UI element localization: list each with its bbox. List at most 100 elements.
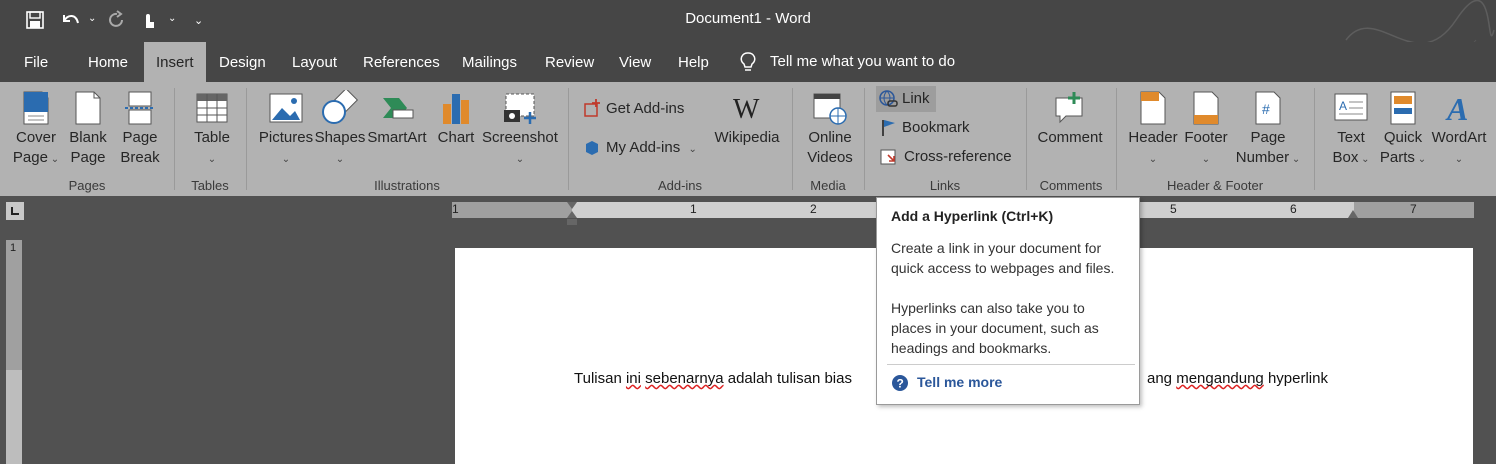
page-number-button[interactable]: # Page Number ⌄ — [1232, 90, 1304, 170]
ruler-left-margin — [452, 202, 572, 218]
chart-label: Chart — [437, 129, 475, 146]
svg-text:#: # — [1262, 101, 1270, 117]
quick-parts-icon — [1390, 91, 1416, 125]
tell-me-box[interactable]: Tell me what you want to do — [738, 42, 955, 82]
text-box-button[interactable]: A Text Box ⌄ — [1326, 90, 1376, 170]
group-separator — [568, 88, 569, 190]
group-pages-label: Pages — [68, 178, 106, 193]
bookmark-icon — [882, 120, 895, 137]
table-button[interactable]: Table ⌄ — [186, 90, 238, 170]
ruler-number: 2 — [810, 202, 817, 216]
blank-page-button[interactable]: Blank Page — [66, 90, 110, 168]
footer-button[interactable]: Footer ⌄ — [1180, 90, 1232, 170]
bookmark-button[interactable]: Bookmark — [880, 115, 970, 141]
wikipedia-label: Wikipedia — [714, 129, 780, 146]
group-header-footer-label: Header & Footer — [1166, 178, 1264, 193]
tab-selector[interactable] — [6, 202, 24, 220]
wordart-icon: A — [1445, 91, 1468, 126]
group-links-label: Links — [929, 178, 961, 193]
page-number-label-2: Number — [1235, 149, 1290, 166]
ruler-number: 5 — [1170, 202, 1177, 216]
chart-icon — [443, 94, 469, 124]
svg-text:W: W — [733, 94, 760, 125]
blank-page-icon — [75, 91, 101, 125]
tab-file[interactable]: File — [12, 42, 60, 82]
blank-label-1: Blank — [69, 129, 107, 146]
header-button[interactable]: Header ⌄ — [1126, 90, 1180, 170]
svg-text:?: ? — [897, 377, 904, 391]
tab-mailings[interactable]: Mailings — [450, 42, 529, 82]
online-videos-label-2: Videos — [807, 149, 853, 166]
tab-view[interactable]: View — [607, 42, 663, 82]
chart-button[interactable]: Chart — [434, 90, 478, 148]
table-icon — [196, 93, 228, 123]
title-bar: ⌄ ⌄ ⌄ Document1 - Word — [0, 0, 1496, 61]
tab-references[interactable]: References — [351, 42, 452, 82]
screenshot-button[interactable]: Screenshot ⌄ — [482, 90, 558, 170]
wikipedia-button[interactable]: W Wikipedia — [710, 90, 784, 148]
smartart-label: SmartArt — [367, 129, 427, 146]
group-separator — [1116, 88, 1117, 190]
group-separator — [864, 88, 865, 190]
get-addins-label: Get Add-ins — [606, 100, 685, 117]
tooltip-description: Create a link in your document for quick… — [891, 240, 1115, 276]
quick-parts-button[interactable]: Quick Parts ⌄ — [1378, 90, 1428, 170]
tell-me-text: Tell me what you want to do — [770, 53, 956, 70]
link-icon — [879, 90, 898, 107]
indent-marker[interactable] — [566, 202, 578, 226]
quick-parts-label-1: Quick — [1383, 129, 1423, 146]
link-button[interactable]: Link — [876, 86, 936, 112]
group-separator — [246, 88, 247, 190]
my-addins-button[interactable]: My Add-ins ⌄ — [582, 135, 697, 161]
tab-layout[interactable]: Layout — [280, 42, 349, 82]
my-addins-icon — [586, 141, 598, 156]
tab-insert[interactable]: Insert — [144, 42, 206, 82]
get-addins-icon — [584, 99, 600, 117]
text-run: adalah tulisan bias — [723, 370, 852, 387]
cover-label-1: Cover — [15, 129, 56, 146]
group-illustrations-label: Illustrations — [374, 178, 440, 193]
misspelled-word: mengandung — [1176, 370, 1264, 387]
page-number-icon: # — [1255, 91, 1281, 125]
page-break-icon — [125, 91, 155, 125]
tab-review[interactable]: Review — [533, 42, 606, 82]
blank-label-2: Page — [70, 149, 106, 166]
wikipedia-icon: W — [733, 94, 760, 125]
pictures-label: Pictures — [258, 129, 314, 146]
ruler-number: 1 — [452, 202, 459, 216]
comment-button[interactable]: Comment — [1034, 90, 1106, 148]
footer-label: Footer — [1184, 129, 1228, 146]
cross-reference-button[interactable]: Cross-reference — [880, 144, 1012, 170]
ruler-number: 6 — [1290, 202, 1297, 216]
tell-me-more-link[interactable]: ? Tell me more — [891, 374, 1002, 392]
page-break-button[interactable]: Page Break — [116, 90, 164, 168]
ribbon-tabs: File Home Insert Design Layout Reference… — [0, 42, 1496, 82]
tab-help[interactable]: Help — [666, 42, 721, 82]
wordart-button[interactable]: A WordArt ⌄ — [1428, 90, 1490, 170]
pictures-button[interactable]: Pictures ⌄ — [258, 90, 314, 170]
online-videos-label-1: Online — [808, 129, 852, 146]
document-text-right[interactable]: ang mengandung hyperlink — [1147, 370, 1328, 387]
online-videos-button[interactable]: Online Videos — [800, 90, 860, 168]
cross-reference-icon — [880, 149, 896, 165]
tooltip-description-2: Hyperlinks can also take you to places i… — [891, 300, 1099, 356]
text-box-label-2: Box — [1332, 149, 1359, 166]
ruler-number: 7 — [1410, 202, 1417, 216]
smartart-button[interactable]: SmartArt — [366, 90, 428, 148]
group-separator — [1026, 88, 1027, 190]
group-addins-label: Add-ins — [657, 178, 703, 193]
cover-page-button[interactable]: Cover Page ⌄ — [10, 90, 62, 170]
document-text[interactable]: Tulisan ini sebenarnya adalah tulisan bi… — [574, 370, 852, 387]
right-indent-marker[interactable] — [1348, 210, 1358, 220]
vertical-ruler-margin — [6, 240, 22, 370]
wordart-label: WordArt — [1431, 129, 1487, 146]
ribbon: Cover Page ⌄ Blank Page Page Break Pages Ta… — [0, 82, 1496, 196]
tab-home[interactable]: Home — [76, 42, 140, 82]
text-run: ang — [1147, 370, 1177, 387]
left-tab-icon — [11, 207, 19, 215]
tab-design[interactable]: Design — [207, 42, 278, 82]
vertical-ruler[interactable]: 1 — [6, 240, 22, 464]
shapes-button[interactable]: Shapes ⌄ — [314, 90, 366, 170]
get-addins-button[interactable]: Get Add-ins — [582, 96, 684, 122]
page-break-label-1: Page — [122, 129, 158, 146]
